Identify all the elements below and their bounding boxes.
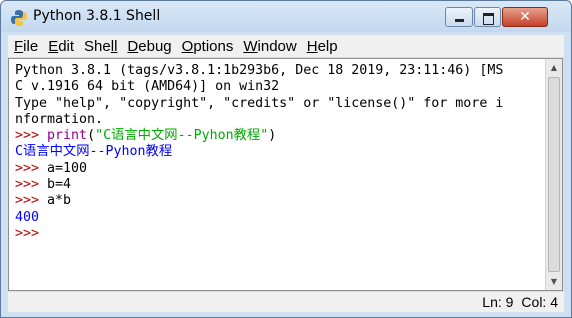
shell-text-segment: C v.1916 64 bit (AMD64)] on win32 — [15, 79, 280, 95]
shell-text-segment: nformation. — [15, 111, 104, 127]
menu-edit[interactable]: Edit — [48, 38, 74, 55]
scroll-down-arrow-icon[interactable]: ▼ — [546, 273, 562, 290]
shell-text-segment: C语言中文网--Pyhon教程 — [15, 144, 173, 160]
shell-text-segment: >>> — [15, 177, 48, 193]
shell-line: Type "help", "copyright", "credits" or "… — [15, 96, 545, 112]
menu-help[interactable]: Help — [307, 38, 338, 55]
cursor-position: Ln: 9 Col: 4 — [474, 294, 558, 310]
minimize-button[interactable] — [445, 7, 473, 27]
close-button[interactable]: ✕ — [502, 7, 548, 27]
menu-debug[interactable]: Debug — [127, 38, 171, 55]
menu-window[interactable]: Window — [243, 38, 296, 55]
shell-text-segment: >>> — [15, 160, 48, 176]
python-logo-icon[interactable] — [10, 9, 28, 27]
shell-line: C语言中文网--Pyhon教程 — [15, 144, 545, 160]
menu-shell[interactable]: Shell — [84, 38, 117, 55]
shell-text-segment: ) — [268, 128, 277, 144]
shell-line: C v.1916 64 bit (AMD64)] on win32 — [15, 79, 545, 95]
idle-shell-window: Python 3.8.1 Shell ✕ File Edit Shell Deb… — [0, 0, 572, 318]
scroll-up-arrow-icon[interactable]: ▲ — [546, 59, 562, 76]
menu-file[interactable]: File — [14, 38, 38, 55]
shell-text-segment: Python 3.8.1 (tags/v3.8.1:1b293b6, Dec 1… — [15, 63, 504, 78]
shell-line: Python 3.8.1 (tags/v3.8.1:1b293b6, Dec 1… — [15, 63, 545, 79]
shell-text-area[interactable]: Python 3.8.1 (tags/v3.8.1:1b293b6, Dec 1… — [15, 63, 545, 288]
line-number: Ln: 9 — [482, 294, 514, 310]
shell-line: 400 — [15, 210, 545, 226]
shell-line: >>> a*b — [15, 193, 545, 209]
menu-bar: File Edit Shell Debug Options Window Hel… — [8, 35, 564, 57]
maximize-button[interactable] — [474, 7, 501, 27]
shell-text-segment: a*b — [47, 193, 72, 209]
shell-line: nformation. — [15, 112, 545, 128]
shell-text-segment: ( — [87, 128, 96, 144]
shell-text-segment: print — [47, 128, 88, 144]
title-bar[interactable]: Python 3.8.1 Shell ✕ — [1, 1, 571, 32]
scroll-thumb[interactable] — [548, 77, 560, 272]
column-number: Col: 4 — [521, 294, 558, 310]
menu-options[interactable]: Options — [182, 38, 234, 55]
shell-line: >>> — [15, 226, 545, 242]
window-title: Python 3.8.1 Shell — [33, 8, 161, 24]
shell-text-segment: Type "help", "copyright", "credits" or "… — [15, 95, 504, 111]
vertical-scrollbar[interactable]: ▲ ▼ — [545, 59, 562, 290]
shell-text-segment: 400 — [15, 209, 40, 225]
shell-editor[interactable]: Python 3.8.1 (tags/v3.8.1:1b293b6, Dec 1… — [8, 58, 563, 291]
shell-text-segment: a=100 — [47, 160, 88, 176]
shell-text-segment: >>> — [15, 225, 48, 241]
shell-text-segment: >>> — [15, 193, 48, 209]
status-bar: Ln: 9 Col: 4 — [8, 292, 564, 312]
shell-line: >>> print("C语言中文网--Pyhon教程") — [15, 128, 545, 144]
shell-line: >>> a=100 — [15, 161, 545, 177]
close-icon: ✕ — [519, 9, 531, 25]
shell-line: >>> b=4 — [15, 177, 545, 193]
shell-text-segment: >>> — [15, 128, 48, 144]
shell-text-segment: "C语言中文网--Pyhon教程" — [95, 128, 269, 144]
shell-text-segment: b=4 — [47, 177, 72, 193]
